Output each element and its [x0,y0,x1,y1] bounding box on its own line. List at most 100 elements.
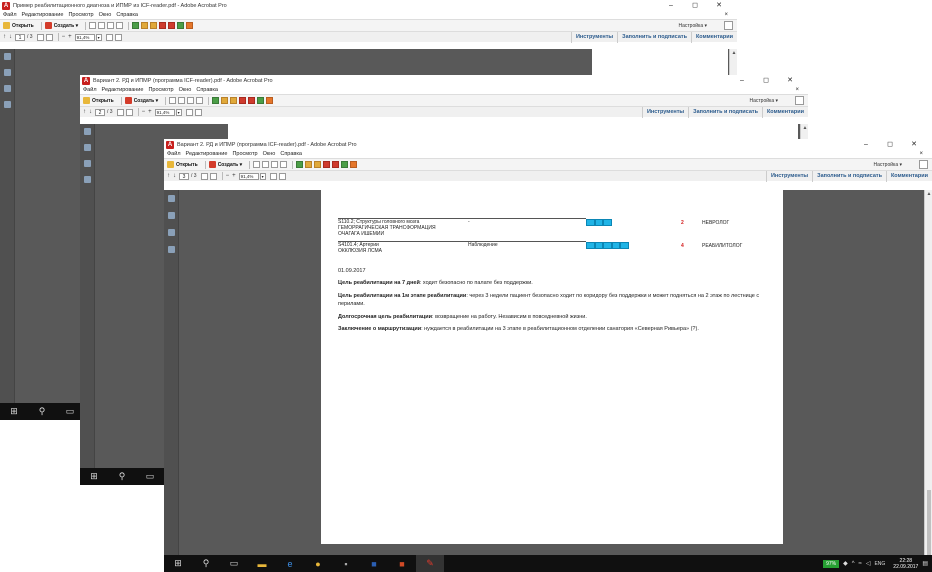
fit-page-icon[interactable] [185,108,193,116]
email-icon[interactable] [187,97,195,104]
sign-icon[interactable] [186,22,194,29]
menu-window[interactable]: Окно [179,87,192,93]
task-view-icon[interactable]: ▭ [136,471,164,482]
stamp-icon[interactable] [314,161,322,168]
minimize-button[interactable]: – [659,0,683,11]
windows-start-icon[interactable]: ⊞ [0,406,28,417]
close-doc-icon[interactable]: × [724,11,728,19]
email-icon[interactable] [107,22,115,29]
task-view-icon[interactable]: ▭ [220,558,248,569]
zoom-dropdown-icon[interactable]: ▾ [175,108,182,116]
menu-help[interactable]: Справка [116,12,138,18]
comment-icon[interactable] [305,161,313,168]
forms-icon[interactable] [177,22,185,29]
pages-icon[interactable] [84,128,91,135]
fill-sign-tab[interactable]: Заполнить и подписать [617,32,691,43]
scroll-up-icon[interactable]: ▲ [731,50,737,56]
select-tool-icon[interactable] [116,108,124,116]
comments-tab[interactable]: Комментарии [885,171,932,182]
zoom-in-icon[interactable]: + [232,173,236,179]
page-number-input[interactable]: 1 [15,33,25,41]
full-screen-icon[interactable] [194,108,202,116]
combine-icon[interactable] [168,22,176,29]
combine-icon[interactable] [248,97,256,104]
close-button[interactable]: ✕ [778,75,802,86]
search-icon[interactable]: ⚲ [108,471,136,482]
maximize-button[interactable]: ◻ [878,139,902,150]
tools-tab[interactable]: Инструменты [765,171,812,182]
menu-help[interactable]: Справка [196,87,218,93]
notifications-icon[interactable]: ▤ [922,560,928,567]
full-screen-icon[interactable] [114,33,122,41]
settings-gear-icon[interactable] [132,22,140,29]
pages-icon[interactable] [168,195,175,202]
maximize-button[interactable]: ◻ [683,0,707,11]
search-icon[interactable]: ⚲ [192,558,220,569]
attachments-icon[interactable] [4,85,11,92]
menu-view[interactable]: Просмотр [148,87,173,93]
print-icon[interactable] [262,161,270,168]
select-tool-icon[interactable] [36,33,44,41]
hand-tool-icon[interactable] [209,172,217,180]
language-indicator[interactable]: ENG [874,561,885,567]
zoom-dropdown-icon[interactable]: ▾ [259,172,266,180]
zoom-out-icon[interactable]: − [226,173,230,179]
create-button[interactable]: Создать ▾ [124,97,158,104]
windows-start-icon[interactable]: ⊞ [80,471,108,482]
export-pdf-icon[interactable] [323,161,331,168]
minimize-button[interactable]: – [854,139,878,150]
comments-tab[interactable]: Комментарии [690,32,737,43]
customize-dropdown[interactable]: Настройка ▾ [873,162,902,168]
comments-tab[interactable]: Комментарии [761,107,808,118]
chevron-up-icon[interactable]: ^ [852,561,855,567]
word-icon[interactable]: ■ [360,559,388,569]
title-bar[interactable]: A Вариант 2. РД и ИПМР (программа ICF-re… [164,139,932,150]
prev-page-icon[interactable]: ↑ [3,34,6,40]
prev-page-icon[interactable]: ↑ [83,109,86,115]
hand-tool-icon[interactable] [45,33,53,41]
export-pdf-icon[interactable] [159,22,167,29]
tools-tab[interactable]: Инструменты [570,32,617,43]
zoom-input[interactable]: 91,4% [74,33,95,41]
maximize-button[interactable]: ◻ [754,75,778,86]
open-button[interactable]: Открыть [83,97,114,104]
signatures-icon[interactable] [168,246,175,253]
prev-page-icon[interactable]: ↑ [167,173,170,179]
comment-icon[interactable] [141,22,149,29]
full-screen-icon[interactable] [278,172,286,180]
print-icon[interactable] [178,97,186,104]
wifi-icon[interactable]: ≈ [859,561,862,567]
next-page-icon[interactable]: ↓ [89,109,92,115]
menu-edit[interactable]: Редактирование [102,87,144,93]
battery-indicator[interactable]: 97% [823,559,840,568]
comment-icon[interactable] [221,97,229,104]
network-icon[interactable]: ◆ [843,560,848,567]
next-page-icon[interactable]: ↓ [9,34,12,40]
forms-icon[interactable] [257,97,265,104]
combine-icon[interactable] [332,161,340,168]
stamp-icon[interactable] [230,97,238,104]
volume-icon[interactable]: ◁ [866,560,871,567]
customize-dropdown[interactable]: Настройка ▾ [749,98,778,104]
save-icon[interactable] [169,97,177,104]
select-tool-icon[interactable] [200,172,208,180]
sign-icon[interactable] [350,161,358,168]
close-button[interactable]: ✕ [707,0,731,11]
search-icon[interactable]: ⚲ [28,406,56,417]
create-button[interactable]: Создать ▾ [208,161,242,168]
menu-window[interactable]: Окно [99,12,112,18]
next-page-icon[interactable]: ↓ [173,173,176,179]
expand-icon[interactable] [919,160,928,169]
clock[interactable]: 22:28 22.09.2017 [893,558,918,570]
bookmarks-icon[interactable] [4,69,11,76]
windows-start-icon[interactable]: ⊞ [164,558,192,569]
attachments-icon[interactable] [84,160,91,167]
upload-icon[interactable] [196,97,204,104]
open-button[interactable]: Открыть [167,161,198,168]
title-bar[interactable]: A Вариант 2. РД и ИПМР (программа ICF-re… [80,75,808,86]
zoom-in-icon[interactable]: + [148,109,152,115]
page-number-input[interactable]: 3 [179,172,189,180]
print-icon[interactable] [98,22,106,29]
export-pdf-icon[interactable] [239,97,247,104]
menu-help[interactable]: Справка [280,151,302,157]
